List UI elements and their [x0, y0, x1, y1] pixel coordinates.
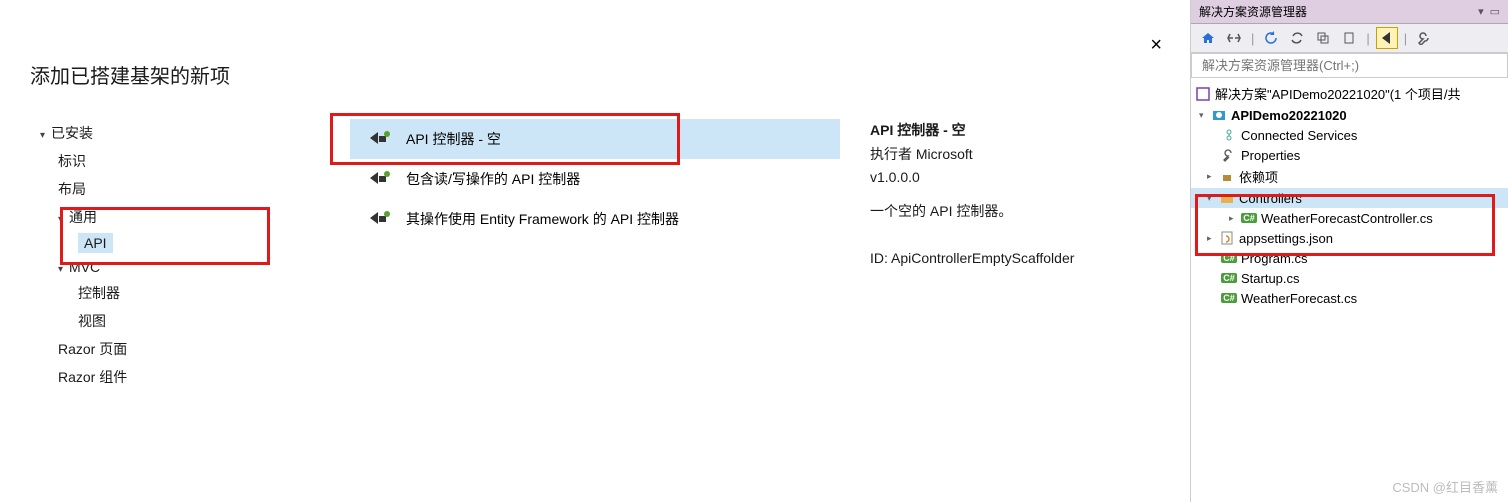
cs-file-icon: C#	[1221, 290, 1237, 306]
se-title: 解决方案资源管理器	[1199, 3, 1307, 20]
expand-arrow-icon[interactable]: ▸	[1207, 233, 1219, 244]
sync-button[interactable]	[1286, 27, 1308, 49]
watermark: CSDN @红目香薰	[1392, 477, 1498, 496]
dialog-title: 添加已搭建基架的新项	[30, 60, 1160, 89]
search-input[interactable]	[1192, 54, 1507, 77]
tree-common[interactable]: 通用	[30, 203, 220, 231]
program-file[interactable]: C# Program.cs	[1191, 248, 1508, 268]
tree-razor-component[interactable]: Razor 组件	[30, 363, 220, 391]
category-tree: 已安装 标识 布局 通用 API MVC 控制器 视图 Razor 页面 Raz…	[30, 119, 240, 391]
template-details: API 控制器 - 空 执行者 Microsoft v1.0.0.0 一个空的 …	[840, 119, 1160, 391]
detail-description: 一个空的 API 控制器。	[870, 200, 1160, 222]
solution-node[interactable]: 解决方案"APIDemo20221020"(1 个项目/共	[1191, 82, 1508, 105]
folder-open-icon	[1219, 190, 1235, 206]
home-button[interactable]	[1197, 27, 1219, 49]
se-toolbar: | | |	[1191, 24, 1508, 53]
solution-icon	[1195, 86, 1211, 102]
wrench-icon	[1221, 147, 1237, 163]
properties-button[interactable]	[1376, 27, 1398, 49]
weather-forecast-file[interactable]: C# WeatherForecast.cs	[1191, 288, 1508, 308]
project-node[interactable]: ▾ APIDemo20221020	[1191, 105, 1508, 125]
controller-icon	[366, 209, 392, 229]
template-list: API 控制器 - 空 包含读/写操作的 API 控制器 其操作使用 Entit…	[240, 119, 840, 391]
cs-file-icon: C#	[1221, 270, 1237, 286]
collapse-all-button[interactable]	[1312, 27, 1334, 49]
refresh-button[interactable]	[1260, 27, 1282, 49]
startup-file[interactable]: C# Startup.cs	[1191, 268, 1508, 288]
show-all-files-button[interactable]	[1338, 27, 1360, 49]
detail-name: API 控制器 - 空	[870, 119, 1160, 141]
appsettings-file[interactable]: ▸ appsettings.json	[1191, 228, 1508, 248]
controller-icon	[366, 169, 392, 189]
detail-publisher: 执行者 Microsoft	[870, 143, 1160, 165]
json-file-icon	[1219, 230, 1235, 246]
wrench-button[interactable]	[1413, 27, 1435, 49]
expand-arrow-icon[interactable]: ▸	[1207, 171, 1219, 182]
dependencies-node[interactable]: ▸ 依赖项	[1191, 165, 1508, 188]
expand-arrow-icon[interactable]: ▸	[1229, 213, 1241, 224]
controller-icon	[366, 129, 392, 149]
tree-identity[interactable]: 标识	[30, 147, 220, 175]
tree-razor-page[interactable]: Razor 页面	[30, 335, 220, 363]
close-button[interactable]: ×	[1142, 30, 1170, 61]
template-api-ef[interactable]: 其操作使用 Entity Framework 的 API 控制器	[350, 199, 840, 239]
connected-services-node[interactable]: Connected Services	[1191, 125, 1508, 145]
tree-mvc[interactable]: MVC	[30, 255, 220, 279]
controllers-folder[interactable]: ▾ Controllers	[1191, 188, 1508, 208]
connected-services-icon	[1221, 127, 1237, 143]
tree-installed[interactable]: 已安装	[30, 119, 220, 147]
weather-controller-file[interactable]: ▸ C# WeatherForecastController.cs	[1191, 208, 1508, 228]
tree-view[interactable]: 视图	[30, 307, 220, 335]
tree-layout[interactable]: 布局	[30, 175, 220, 203]
project-icon	[1211, 107, 1227, 123]
detail-version: v1.0.0.0	[870, 166, 1160, 188]
template-api-rw[interactable]: 包含读/写操作的 API 控制器	[350, 159, 840, 199]
template-api-empty[interactable]: API 控制器 - 空	[350, 119, 840, 159]
dropdown-icon[interactable]: ▾	[1478, 5, 1484, 18]
properties-node[interactable]: Properties	[1191, 145, 1508, 165]
expand-arrow-icon[interactable]: ▾	[1207, 193, 1219, 204]
solution-explorer: 解决方案资源管理器 ▾ ▭ | | | 解决方案"APIDemo20221020…	[1190, 0, 1508, 502]
cs-file-icon: C#	[1241, 210, 1257, 226]
se-tree: 解决方案"APIDemo20221020"(1 个项目/共 ▾ APIDemo2…	[1191, 78, 1508, 502]
detail-id: ID: ApiControllerEmptyScaffolder	[870, 247, 1160, 269]
tree-controller[interactable]: 控制器	[30, 279, 220, 307]
se-search[interactable]	[1191, 53, 1508, 78]
dependencies-icon	[1219, 169, 1235, 185]
se-header: 解决方案资源管理器 ▾ ▭	[1191, 0, 1508, 24]
tree-api[interactable]: API	[30, 231, 220, 255]
template-label: API 控制器 - 空	[406, 129, 501, 149]
cs-file-icon: C#	[1221, 250, 1237, 266]
expand-arrow-icon[interactable]: ▾	[1199, 110, 1211, 121]
template-label: 其操作使用 Entity Framework 的 API 控制器	[406, 209, 679, 229]
template-label: 包含读/写操作的 API 控制器	[406, 169, 580, 189]
switch-view-button[interactable]	[1223, 27, 1245, 49]
pin-icon[interactable]: ▭	[1490, 5, 1500, 18]
